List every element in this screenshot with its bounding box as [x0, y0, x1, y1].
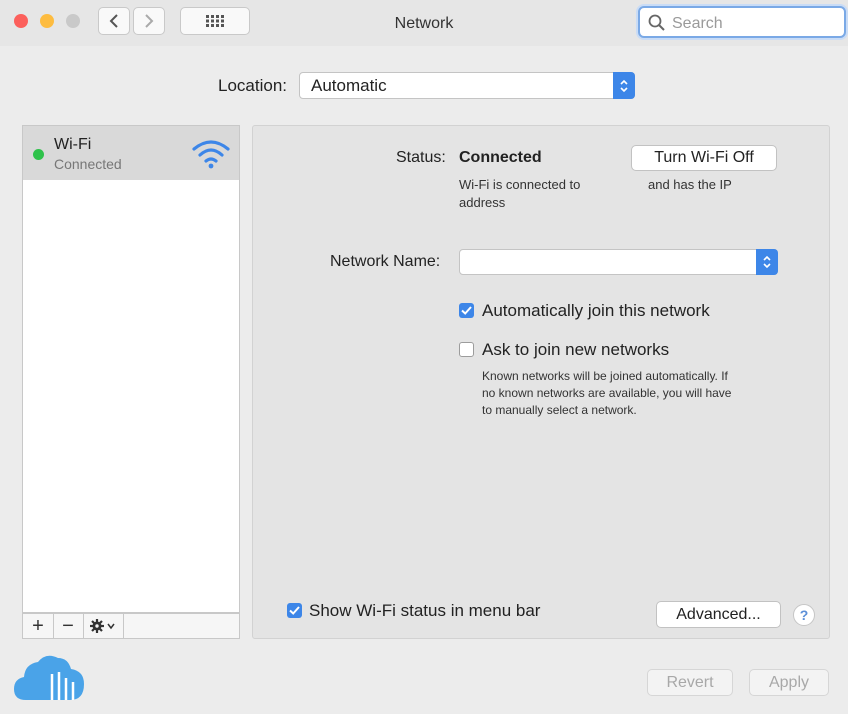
- apply-button[interactable]: Apply: [749, 669, 829, 696]
- service-list[interactable]: Wi-Fi Connected: [22, 125, 240, 613]
- search-icon: [648, 14, 665, 31]
- checkmark-icon: [289, 606, 300, 615]
- location-value: Automatic: [311, 76, 387, 95]
- updown-arrows-icon: [620, 79, 628, 92]
- updown-arrows-icon: [763, 255, 771, 269]
- auto-join-checkbox[interactable]: [459, 303, 474, 318]
- help-button[interactable]: ?: [793, 604, 815, 626]
- location-stepper[interactable]: [613, 72, 635, 99]
- status-desc-line1: Wi-Fi is connected to: [459, 177, 581, 192]
- wifi-icon: [192, 140, 230, 169]
- auto-join-label[interactable]: Automatically join this network: [482, 301, 710, 321]
- ask-join-label[interactable]: Ask to join new networks: [482, 340, 669, 360]
- remove-service-button[interactable]: −: [53, 614, 84, 638]
- show-status-label[interactable]: Show Wi-Fi status in menu bar: [309, 601, 540, 621]
- advanced-button[interactable]: Advanced...: [656, 601, 781, 628]
- show-status-checkbox[interactable]: [287, 603, 302, 618]
- search-field[interactable]: [638, 6, 846, 38]
- search-input[interactable]: [670, 13, 839, 35]
- location-label: Location:: [218, 76, 287, 95]
- action-menu-button[interactable]: [83, 614, 124, 638]
- ask-join-description: Known networks will be joined automatica…: [482, 368, 731, 419]
- gear-icon: [90, 619, 115, 633]
- ask-desc-line1: Known networks will be joined automatica…: [482, 369, 728, 383]
- checkmark-icon: [461, 306, 472, 315]
- ask-desc-line2: no known networks are available, you wil…: [482, 386, 732, 400]
- ask-join-checkbox[interactable]: [459, 342, 474, 357]
- add-service-button[interactable]: +: [23, 614, 54, 638]
- location-select[interactable]: Automatic: [299, 72, 635, 99]
- revert-button[interactable]: Revert: [647, 669, 733, 696]
- service-toolbar: + −: [22, 613, 240, 639]
- service-item-wifi[interactable]: Wi-Fi Connected: [23, 126, 239, 180]
- status-dot: [33, 149, 44, 160]
- turn-wifi-off-button[interactable]: Turn Wi-Fi Off: [631, 145, 777, 171]
- status-value: Connected: [459, 149, 542, 166]
- cloud-logo-icon: [14, 655, 84, 700]
- network-name-select[interactable]: [459, 249, 778, 275]
- ask-desc-line3: to manually select a network.: [482, 403, 637, 417]
- network-name-label: Network Name:: [330, 253, 441, 270]
- status-desc-line2: address: [459, 195, 506, 210]
- network-name-stepper[interactable]: [756, 249, 778, 275]
- status-label: Status:: [396, 149, 446, 166]
- status-desc-right: and has the IP: [648, 177, 732, 192]
- service-name: Wi-Fi: [54, 136, 92, 153]
- service-status: Connected: [54, 156, 122, 172]
